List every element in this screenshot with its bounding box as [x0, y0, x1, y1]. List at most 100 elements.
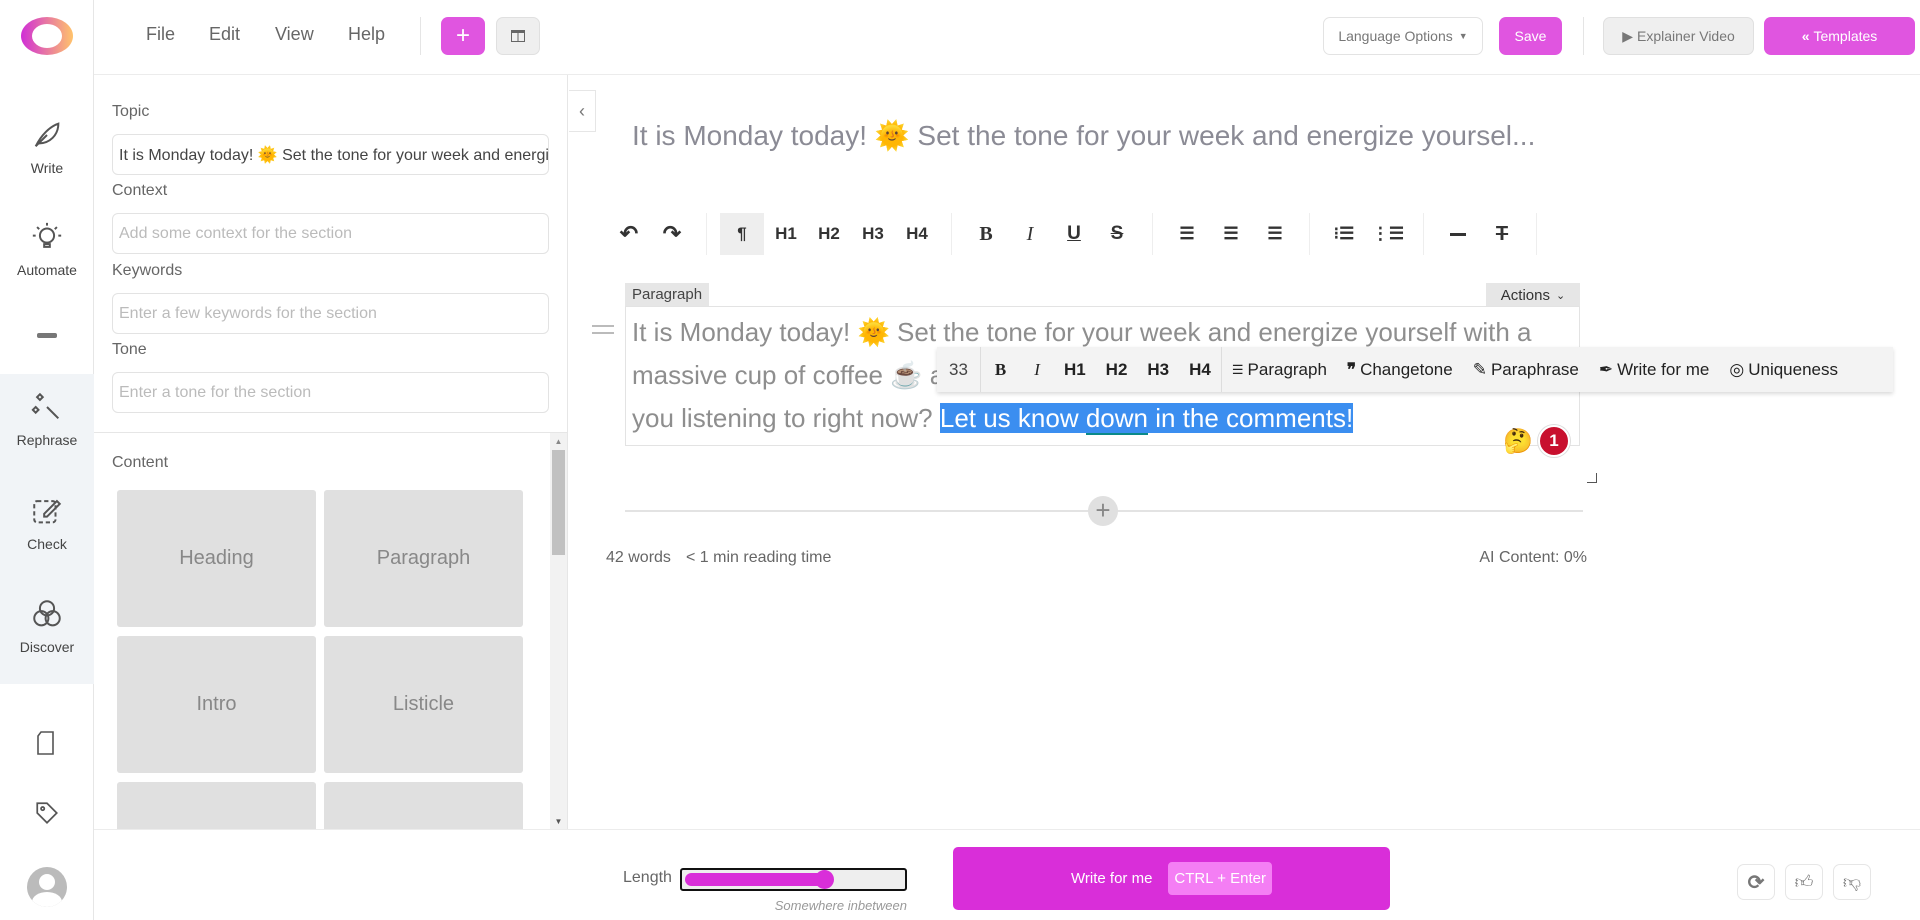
- undo-button[interactable]: ↶: [609, 213, 649, 255]
- numbered-list-button[interactable]: ⋮☰: [1368, 213, 1408, 255]
- thumbs-down-button[interactable]: 👎︎: [1833, 864, 1871, 900]
- document-title[interactable]: It is Monday today! 🌞 Set the tone for y…: [632, 119, 1535, 152]
- float-paragraph-button[interactable]: ☰ Paragraph: [1222, 347, 1337, 392]
- align-center-button[interactable]: ☰: [1211, 213, 1251, 255]
- topic-label: Topic: [112, 103, 150, 120]
- float-h3-button[interactable]: H3: [1137, 347, 1179, 392]
- divider: [1583, 17, 1584, 55]
- align-center-icon: ☰: [1223, 224, 1239, 243]
- align-right-button[interactable]: ☰: [1255, 213, 1295, 255]
- tile[interactable]: [324, 782, 523, 830]
- horizontal-rule-icon: [1450, 232, 1466, 236]
- regenerate-button[interactable]: ⟳: [1737, 864, 1775, 900]
- paragraph-button[interactable]: ¶: [720, 213, 764, 255]
- thumbs-down-icon: 👎︎: [1842, 872, 1862, 892]
- topic-input[interactable]: It is Monday today! 🌞 Set the tone for y…: [112, 134, 549, 175]
- rail-item-rephrase[interactable]: Rephrase: [0, 390, 94, 448]
- h2-button[interactable]: H2: [809, 213, 849, 255]
- templates-button[interactable]: «Templates: [1764, 17, 1915, 55]
- bullet-list-button[interactable]: ⁝☰: [1324, 213, 1364, 255]
- italic-button[interactable]: I: [1010, 213, 1050, 255]
- add-block-button[interactable]: +: [1088, 496, 1118, 526]
- thumbs-up-icon: 👍︎: [1794, 872, 1814, 892]
- floating-toolbar: 33 B I H1 H2 H3 H4 ☰ Paragraph ❞ Changeton…: [937, 347, 1893, 392]
- divider: [94, 829, 1920, 830]
- content-tiles: Heading Paragraph Intro Listicle: [94, 475, 550, 830]
- float-write-button[interactable]: ✒ Write for me: [1589, 347, 1720, 392]
- text-line: you listening to right now? Let us know …: [632, 403, 1354, 435]
- save-button[interactable]: Save: [1499, 17, 1562, 55]
- menu-view[interactable]: View: [275, 24, 314, 45]
- length-slider[interactable]: [680, 868, 907, 891]
- scrollbar-thumb[interactable]: [552, 450, 565, 555]
- drag-handle-icon[interactable]: [592, 325, 614, 334]
- scrollbar[interactable]: ▲ ▼: [550, 433, 567, 830]
- rail-item-automate[interactable]: Automate: [0, 220, 94, 278]
- float-h2-button[interactable]: H2: [1096, 347, 1138, 392]
- divider: [706, 213, 707, 255]
- align-left-icon: ☰: [1179, 224, 1195, 243]
- clear-format-button[interactable]: T: [1482, 213, 1522, 255]
- float-bold-button[interactable]: B: [981, 347, 1020, 392]
- underline-button[interactable]: U: [1054, 213, 1094, 255]
- context-input[interactable]: Add some context for the section: [112, 213, 549, 254]
- h3-button[interactable]: H3: [853, 213, 893, 255]
- feather-icon: ✒: [1598, 359, 1614, 379]
- collapse-handle[interactable]: [37, 333, 57, 338]
- horizontal-rule-button[interactable]: [1438, 213, 1478, 255]
- thinking-emoji[interactable]: 🤔: [1503, 427, 1533, 456]
- slider-thumb[interactable]: [815, 870, 835, 889]
- columns-icon: [511, 30, 525, 42]
- thumbs-up-button[interactable]: 👍︎: [1785, 864, 1823, 900]
- fingerprint-icon: ◎: [1729, 359, 1745, 379]
- tile-paragraph[interactable]: Paragraph: [324, 490, 523, 627]
- float-italic-button[interactable]: I: [1020, 347, 1054, 392]
- add-button[interactable]: +: [441, 17, 485, 55]
- plus-icon: +: [1095, 495, 1111, 525]
- bold-button[interactable]: B: [966, 213, 1006, 255]
- float-h1-button[interactable]: H1: [1054, 347, 1096, 392]
- tile[interactable]: [117, 782, 316, 830]
- caret-down-icon: ▼: [1458, 31, 1468, 41]
- strikethrough-button[interactable]: S: [1097, 213, 1137, 255]
- avatar[interactable]: [27, 867, 67, 907]
- layout-button[interactable]: [496, 17, 540, 55]
- refresh-icon: ⟳: [1747, 871, 1765, 894]
- circles-icon: [33, 600, 61, 627]
- app-logo[interactable]: [19, 15, 75, 62]
- tag-icon[interactable]: [34, 800, 60, 826]
- divider: [1152, 213, 1153, 255]
- float-paraphrase-button[interactable]: ✎ Paraphrase: [1463, 347, 1589, 392]
- check-edit-icon: [33, 499, 62, 524]
- h1-button[interactable]: H1: [766, 213, 806, 255]
- menu-edit[interactable]: Edit: [209, 24, 240, 45]
- bullet-list-icon: ⁝☰: [1333, 224, 1355, 243]
- rail-item-discover[interactable]: Discover: [0, 597, 94, 655]
- chevron-left-icon: ‹: [579, 100, 585, 121]
- menu-help[interactable]: Help: [348, 24, 385, 45]
- document-icon[interactable]: [35, 730, 59, 756]
- language-options-dropdown[interactable]: Language Options ▼: [1323, 17, 1483, 55]
- menu-file[interactable]: File: [146, 24, 175, 45]
- align-left-button[interactable]: ☰: [1167, 213, 1207, 255]
- actions-dropdown[interactable]: Actions ⌄: [1486, 283, 1580, 307]
- rail-item-write[interactable]: Write: [0, 118, 94, 176]
- numbered-list-icon: ⋮☰: [1371, 224, 1405, 243]
- align-left-icon: ☰: [1231, 361, 1244, 377]
- redo-button[interactable]: ↷: [652, 213, 692, 255]
- collapse-panel-button[interactable]: ‹: [569, 90, 596, 132]
- keywords-input[interactable]: Enter a few keywords for the section: [112, 293, 549, 334]
- write-for-me-button[interactable]: Write for me CTRL + Enter: [953, 847, 1390, 910]
- float-changetone-button[interactable]: ❞ Changetone: [1337, 347, 1463, 392]
- tone-input[interactable]: Enter a tone for the section: [112, 372, 549, 413]
- tile-intro[interactable]: Intro: [117, 636, 316, 773]
- tile-heading[interactable]: Heading: [117, 490, 316, 627]
- float-h4-button[interactable]: H4: [1179, 347, 1222, 392]
- tile-listicle[interactable]: Listicle: [324, 636, 523, 773]
- resize-handle[interactable]: [1587, 473, 1597, 483]
- explainer-video-button[interactable]: ▶ Explainer Video: [1603, 17, 1754, 55]
- rail-item-check[interactable]: Check: [0, 494, 94, 552]
- h4-button[interactable]: H4: [897, 213, 937, 255]
- issues-badge[interactable]: 1: [1538, 425, 1570, 457]
- float-uniqueness-button[interactable]: ◎ Uniqueness: [1719, 347, 1848, 392]
